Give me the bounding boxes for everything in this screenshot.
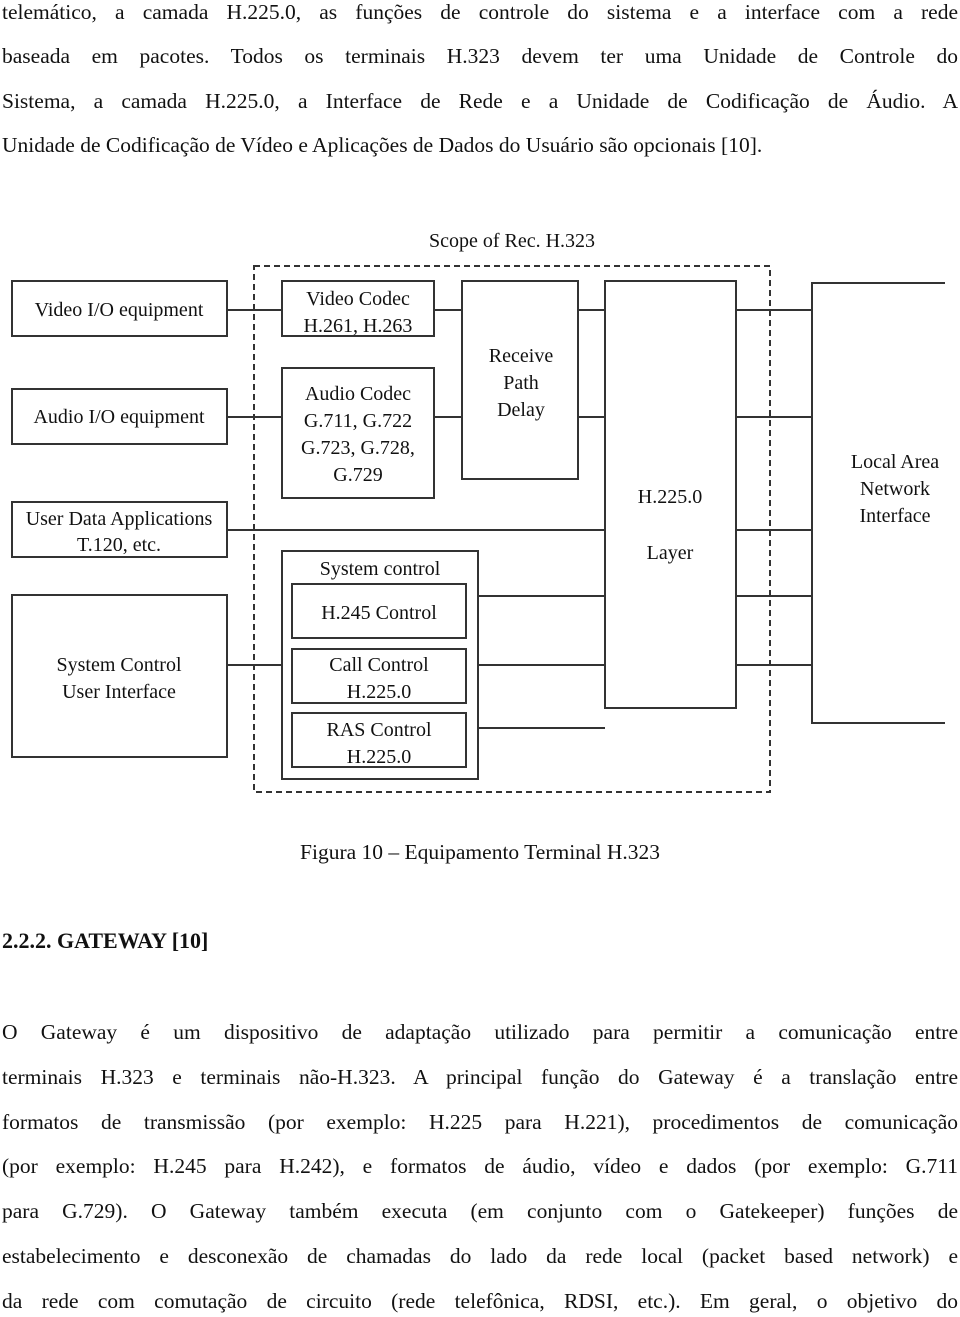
receive-path-delay-box: Receive Path Delay [461, 280, 579, 480]
figure-caption: Figura 10 – Equipamento Terminal H.323 [300, 840, 660, 864]
svg-text:User Data Applications: User Data Applications [26, 508, 213, 530]
text-line: Unidade de Codificação de Vídeo e Aplica… [2, 133, 763, 157]
text-line: baseada em pacotes. Todos os terminais H… [2, 44, 958, 68]
text-line: telemático, a camada H.225.0, as funções… [2, 0, 958, 24]
scope-label: Scope of Rec. H.323 [429, 230, 595, 252]
h245-control-box: H.245 Control [291, 583, 467, 639]
h323-terminal-diagram: Scope of Rec. H.323 Video I/O equipment … [11, 230, 945, 793]
svg-text:System control: System control [320, 558, 441, 580]
svg-text:RAS Control: RAS Control [326, 719, 431, 741]
svg-text:Video Codec: Video Codec [306, 288, 410, 310]
svg-text:H.245 Control: H.245 Control [321, 602, 437, 624]
svg-text:System Control: System Control [56, 654, 181, 676]
text-line: estabelecimento e desconexão de chamadas… [2, 1244, 958, 1268]
text-line: (por exemplo: H.245 para H.242), e forma… [2, 1154, 958, 1178]
text-line: O Gateway é um dispositivo de adaptação … [2, 1020, 958, 1044]
svg-text:Audio Codec: Audio Codec [305, 383, 411, 405]
svg-text:User Interface: User Interface [62, 681, 176, 703]
text-line: da rede com comutação de circuito (rede … [2, 1289, 958, 1313]
svg-text:H.261, H.263: H.261, H.263 [304, 315, 413, 337]
text-line: formatos de transmissão (por exemplo: H.… [2, 1110, 958, 1134]
video-io-box: Video I/O equipment [11, 280, 228, 337]
lan-interface-box: Local Area Network Interface [811, 282, 945, 724]
svg-text:H.225.0: H.225.0 [638, 486, 702, 508]
svg-text:Receive: Receive [489, 345, 554, 367]
section-heading: 2.2.2. GATEWAY [10] [2, 928, 209, 953]
call-control-box: Call Control H.225.0 [291, 648, 467, 704]
svg-text:Layer: Layer [647, 542, 694, 564]
svg-text:G.711, G.722: G.711, G.722 [304, 410, 412, 432]
svg-text:Network: Network [860, 478, 930, 500]
svg-text:Path: Path [503, 372, 539, 394]
svg-text:G.729: G.729 [333, 464, 382, 486]
video-codec-box: Video Codec H.261, H.263 [281, 280, 435, 337]
text-line: Sistema, a camada H.225.0, a Interface d… [2, 89, 958, 113]
svg-text:Audio I/O equipment: Audio I/O equipment [33, 406, 205, 428]
svg-text:H.225.0: H.225.0 [347, 746, 411, 768]
svg-text:T.120, etc.: T.120, etc. [77, 534, 161, 556]
svg-text:Local Area: Local Area [851, 451, 939, 473]
h225-layer-box: H.225.0 Layer [604, 280, 737, 709]
svg-text:Interface: Interface [859, 505, 930, 527]
text-line: terminais H.323 e terminais não-H.323. A… [2, 1065, 958, 1089]
ras-control-box: RAS Control H.225.0 [291, 712, 467, 768]
system-control-ui-box: System Control User Interface [11, 594, 228, 758]
svg-text:Video I/O equipment: Video I/O equipment [35, 299, 204, 321]
audio-codec-box: Audio Codec G.711, G.722 G.723, G.728, G… [281, 367, 435, 499]
svg-text:G.723, G.728,: G.723, G.728, [301, 437, 415, 459]
svg-text:Call Control: Call Control [329, 654, 429, 676]
svg-text:H.225.0: H.225.0 [347, 681, 411, 703]
user-data-apps-box: User Data Applications T.120, etc. [11, 501, 228, 558]
text-line: para G.729). O Gateway também executa (e… [2, 1199, 958, 1223]
svg-text:Delay: Delay [497, 399, 545, 421]
audio-io-box: Audio I/O equipment [11, 388, 228, 445]
